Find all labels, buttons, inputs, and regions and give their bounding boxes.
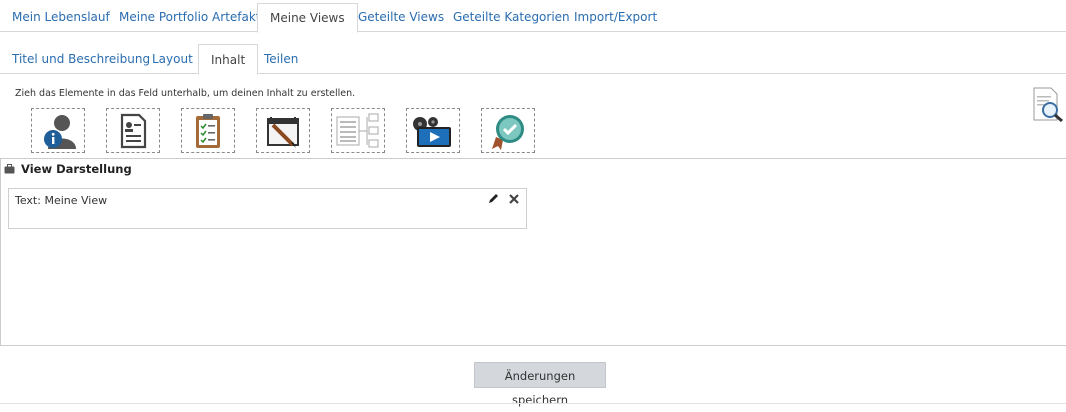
- block-media[interactable]: [406, 108, 460, 153]
- block-resume[interactable]: [106, 108, 160, 153]
- block-sitemap[interactable]: [331, 108, 385, 153]
- block-notes[interactable]: [256, 108, 310, 153]
- tab-geteilte-kategorien[interactable]: Geteilte Kategorien: [441, 3, 582, 32]
- content-block-title: Text: Meine View: [15, 194, 108, 207]
- tab-titel-und-beschreibung[interactable]: Titel und Beschreibung: [0, 44, 162, 74]
- notes-pencil-icon: [267, 116, 299, 148]
- tab-layout[interactable]: Layout: [140, 44, 205, 74]
- page-preview-magnifier-icon: [1033, 87, 1063, 123]
- briefcase-icon: [4, 164, 15, 174]
- pencil-icon: [489, 194, 498, 203]
- content-block-card[interactable]: Text: Meine View: [8, 188, 527, 229]
- tab-geteilte-views[interactable]: Geteilte Views: [346, 3, 456, 32]
- user-info-icon: [44, 114, 76, 149]
- region-header: View Darstellung: [4, 162, 132, 176]
- block-badge[interactable]: [481, 108, 535, 153]
- tab-import-export[interactable]: Import/Export: [562, 3, 669, 32]
- footer-divider: [0, 403, 1066, 404]
- tab-meine-portfolio-artefakte[interactable]: Meine Portfolio Artefakte: [107, 3, 280, 32]
- tab-inhalt[interactable]: Inhalt: [198, 44, 259, 75]
- tab-teilen[interactable]: Teilen: [252, 44, 310, 74]
- region-title: View Darstellung: [21, 162, 132, 176]
- resume-document-icon: [120, 113, 147, 148]
- clipboard-checklist-icon: [196, 113, 220, 148]
- page-preview-button[interactable]: [1031, 86, 1065, 123]
- edit-button[interactable]: [487, 193, 499, 208]
- sitemap-list-icon: [336, 113, 379, 147]
- sub-tab-bar: Titel und Beschreibung Layout Inhalt Tei…: [0, 44, 1066, 75]
- tab-mein-lebenslauf[interactable]: Mein Lebenslauf: [0, 3, 122, 32]
- block-clipboard[interactable]: [181, 108, 235, 153]
- main-tab-bar: Mein Lebenslauf Meine Portfolio Artefakt…: [0, 0, 1066, 33]
- badge-award-icon: [492, 114, 524, 150]
- close-icon: [509, 194, 519, 204]
- media-film-icon: [413, 116, 451, 147]
- instruction-text: Zieh das Elemente in das Feld unterhalb,…: [15, 88, 356, 99]
- close-button[interactable]: [508, 193, 520, 208]
- save-changes-button[interactable]: Änderungen speichern: [474, 362, 606, 407]
- view-layout-region: [0, 158, 1066, 346]
- block-user-info[interactable]: [31, 108, 85, 153]
- tab-meine-views[interactable]: Meine Views: [257, 3, 358, 33]
